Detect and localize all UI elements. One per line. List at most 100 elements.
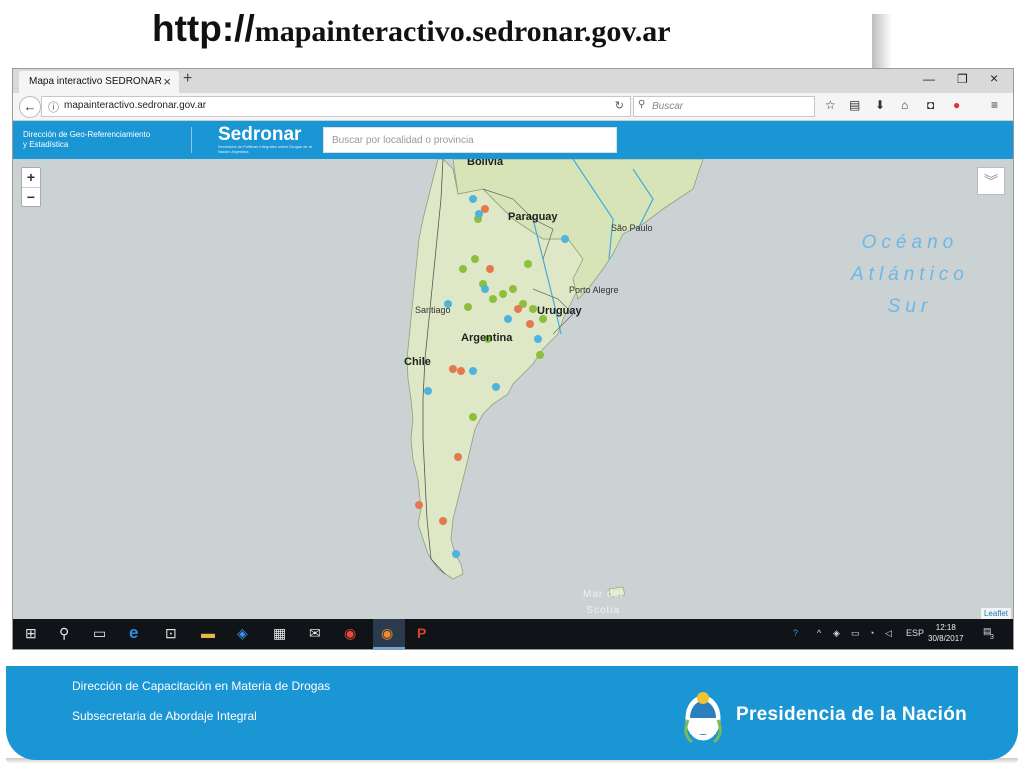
marker-orange	[526, 320, 534, 328]
footer-line2: Subsecretaria de Abordaje Integral	[72, 709, 257, 723]
navigation-bar: ← ⓘ mapainteractivo.sedronar.gov.ar ↻ ⚲ …	[13, 93, 1013, 121]
browser-screenshot: Mapa interactivo SEDRONAR × + — ❐ × ← ⓘ …	[12, 68, 1014, 650]
browser-search-input[interactable]: ⚲ Buscar	[633, 96, 815, 117]
marker-blue	[424, 387, 432, 395]
marker-blue	[534, 335, 542, 343]
marker-green	[509, 285, 517, 293]
marker-blue	[469, 195, 477, 203]
battery-icon[interactable]: ▭	[851, 628, 860, 639]
new-tab-button[interactable]: +	[183, 70, 192, 88]
marker-green	[529, 305, 537, 313]
department-label: Dirección de Geo-Referenciamiento y Esta…	[23, 130, 150, 150]
window-close-button[interactable]: ×	[990, 70, 998, 86]
argentina-coat-of-arms-icon	[684, 692, 722, 744]
store-icon[interactable]: ⊡	[165, 625, 177, 642]
volume-icon[interactable]: ◁	[885, 628, 892, 639]
task-view-icon[interactable]: ▭	[93, 625, 106, 642]
edge-icon[interactable]: e	[129, 623, 138, 643]
restore-button[interactable]: ❐	[957, 72, 968, 86]
search-placeholder: Buscar	[652, 101, 684, 112]
sea-line2: Scotia	[586, 605, 621, 616]
ocean-label: Océano Atlántico Sur	[851, 227, 969, 323]
pocket-icon[interactable]: ◘	[927, 98, 934, 112]
url-text: mapainteractivo.sedronar.gov.ar	[64, 100, 207, 111]
info-icon[interactable]: ⓘ	[48, 99, 59, 115]
layers-toggle-icon[interactable]: ︾	[977, 167, 1005, 195]
wifi-icon[interactable]: ◔	[869, 628, 874, 638]
footer-line1: Dirección de Capacitación en Materia de …	[72, 679, 331, 693]
marker-blue	[481, 285, 489, 293]
language-indicator[interactable]: ESP	[906, 628, 924, 638]
zoom-in-button[interactable]: +	[22, 168, 40, 188]
site-header: Dirección de Geo-Referenciamiento y Esta…	[13, 121, 1013, 159]
dropbox-icon[interactable]: ◈	[237, 625, 248, 642]
tab-bar: Mapa interactivo SEDRONAR × + — ❐ ×	[13, 69, 1013, 93]
sedronar-logo-subtitle: Secretaría de Políticas Integrales sobre…	[218, 144, 312, 154]
clock-date: 30/8/2017	[928, 634, 964, 643]
place-argentina: Argentina	[461, 332, 513, 344]
marker-orange	[454, 453, 462, 461]
windows-start-icon[interactable]: ⊞	[25, 625, 37, 642]
marker-orange	[415, 501, 423, 509]
zoom-out-button[interactable]: −	[22, 188, 40, 207]
reload-icon[interactable]: ↻	[615, 99, 624, 112]
marker-blue	[469, 367, 477, 375]
marker-orange	[457, 367, 465, 375]
ocean-line2: Atlántico	[851, 264, 969, 285]
presidencia-brand: Presidencia de la Nación	[736, 704, 968, 725]
marker-orange	[481, 205, 489, 213]
minimize-button[interactable]: —	[923, 72, 935, 86]
department-line2: y Estadística	[23, 140, 69, 149]
reading-list-icon[interactable]: ▤	[849, 98, 860, 112]
map-view[interactable]: Bolivia Paraguay São Paulo Porto Alegre …	[13, 159, 1013, 619]
tab-mapa-interactivo[interactable]: Mapa interactivo SEDRONAR ×	[19, 71, 179, 93]
clock-time: 12:18	[935, 623, 956, 632]
title-url: mapainteractivo.sedronar.gov.ar	[254, 15, 671, 48]
ocean-line3: Sur	[887, 296, 933, 317]
help-icon[interactable]: ?	[793, 628, 798, 638]
leaflet-attribution-link[interactable]: Leaflet	[980, 608, 1011, 619]
marker-orange	[514, 305, 522, 313]
sedronar-logo[interactable]: Sedronar	[218, 124, 301, 146]
chrome-icon[interactable]: ◉	[344, 625, 356, 642]
place-santiago: Santiago	[415, 305, 451, 315]
tab-title: Mapa interactivo SEDRONAR	[29, 76, 162, 87]
marker-green	[536, 351, 544, 359]
marker-orange	[449, 365, 457, 373]
zoom-control: + −	[21, 167, 41, 207]
system-clock[interactable]: 12:18 30/8/2017	[928, 622, 964, 644]
place-uruguay: Uruguay	[537, 305, 582, 317]
download-icon[interactable]: ⬇	[875, 98, 885, 112]
address-bar[interactable]: ⓘ mapainteractivo.sedronar.gov.ar ↻	[41, 96, 631, 117]
mail-icon[interactable]: ✉	[309, 625, 321, 642]
marker-green	[499, 290, 507, 298]
notification-count: 3	[990, 634, 994, 641]
powerpoint-icon[interactable]: P	[417, 625, 426, 641]
adblock-icon[interactable]: ●	[953, 98, 960, 112]
dropbox-tray-icon[interactable]: ◈	[833, 628, 840, 639]
file-explorer-icon[interactable]: ▬	[201, 625, 215, 641]
close-tab-icon[interactable]: ×	[163, 74, 171, 89]
ocean-line1: Océano	[861, 232, 959, 253]
home-icon[interactable]: ⌂	[901, 98, 908, 112]
bookmark-star-icon[interactable]: ☆	[825, 98, 836, 112]
tray-expand-icon[interactable]: ^	[817, 628, 821, 638]
calculator-icon[interactable]: ▦	[273, 625, 286, 642]
sea-label: Mar del Scotia	[583, 587, 623, 619]
marker-green	[489, 295, 497, 303]
marker-orange	[439, 517, 447, 525]
search-icon[interactable]: ⚲	[59, 625, 69, 642]
marker-green	[524, 260, 532, 268]
marker-green	[464, 303, 472, 311]
marker-green	[471, 255, 479, 263]
marker-blue	[452, 550, 460, 558]
slide-title: http://mapainteractivo.sedronar.gov.ar	[152, 8, 671, 50]
title-shadow	[872, 14, 892, 70]
firefox-icon[interactable]: ◉	[381, 625, 393, 642]
menu-icon[interactable]: ≡	[991, 98, 998, 112]
place-bolivia: Bolivia	[467, 159, 504, 168]
back-button[interactable]: ←	[19, 96, 41, 118]
location-search-input[interactable]: Buscar por localidad o provincia	[323, 127, 617, 153]
place-sao-paulo: São Paulo	[611, 223, 653, 233]
marker-blue	[561, 235, 569, 243]
